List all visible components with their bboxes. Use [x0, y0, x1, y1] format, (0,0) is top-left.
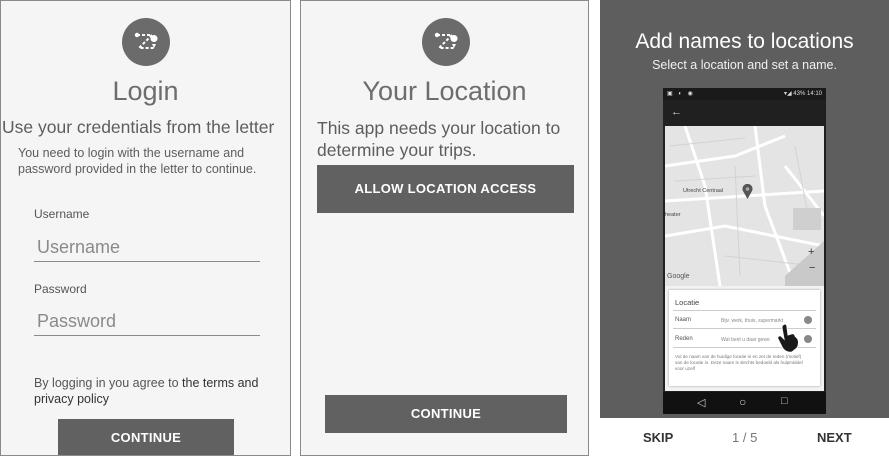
back-arrow-icon: ← [671, 106, 682, 118]
username-input[interactable] [34, 234, 260, 262]
location-permission-screen: Your Location This app needs your locati… [300, 0, 589, 456]
terms-notice: By logging in you agree to the terms and… [34, 375, 264, 407]
nav-back-icon: ◁ [697, 397, 706, 409]
map-view: Utrecht Centraal heater + − Google [665, 126, 824, 287]
reason-input[interactable]: Wat bent u daar gewe [721, 337, 770, 343]
page-subtitle: Use your credentials from the letter [2, 117, 275, 137]
map-pin-icon[interactable] [742, 183, 753, 199]
phone-app-bar: ← [663, 100, 826, 126]
location-continue-button[interactable]: CONTINUE [325, 395, 567, 433]
card-help-text: Vul de naam van de huidige locatie in en… [675, 354, 803, 371]
page-title: Login [112, 76, 179, 106]
map-streets [665, 126, 824, 287]
location-card: Locatie Naam Bijv. werk, thuis, supermar… [669, 290, 820, 386]
tutorial-bottom-bar: SKIP 1 / 5 NEXT [600, 418, 889, 456]
edit-reason-icon[interactable] [804, 335, 812, 343]
tutorial-title: Add names to locations [635, 30, 854, 53]
location-description: This app needs your location to determin… [317, 118, 561, 160]
login-instructions: You need to login with the username and … [18, 146, 257, 176]
phone-mockup: ▣ ◐ ◉ ▾◢ 43% 14:10 ← Utrecht Centraal he… [663, 88, 826, 414]
password-input[interactable] [34, 308, 260, 336]
tutorial-screen: Add names to locations Select a location… [600, 0, 889, 456]
phone-status-bar: ▣ ◐ ◉ ▾◢ 43% 14:10 [663, 88, 826, 100]
login-continue-button[interactable]: CONTINUE [58, 419, 234, 455]
map-label-theater: heater [665, 212, 681, 218]
phone-screen: Utrecht Centraal heater + − Google Locat… [665, 126, 824, 391]
allow-location-button[interactable]: ALLOW LOCATION ACCESS [317, 165, 574, 213]
zoom-in-button[interactable]: + [808, 246, 814, 258]
skip-button[interactable]: SKIP [643, 430, 673, 445]
next-button[interactable]: NEXT [817, 430, 852, 445]
phone-nav-bar: ◁ ○ □ [663, 392, 826, 414]
terms-prefix: By logging in you agree to [34, 376, 183, 390]
page-title: Your Location [362, 76, 527, 106]
nav-home-icon: ○ [739, 395, 747, 409]
login-screen: Login Use your credentials from the lett… [0, 0, 291, 456]
status-time: 14:10 [806, 91, 822, 97]
username-label: Username [34, 207, 90, 221]
app-logo-icon [122, 18, 170, 66]
battery-level: 43% [793, 91, 806, 97]
card-header: Locatie [675, 298, 700, 307]
status-icons: ▣ ◐ ◉ [667, 91, 695, 97]
google-logo: Google [667, 273, 690, 280]
name-input[interactable]: Bijv. werk, thuis, supermarkt [721, 318, 783, 324]
signal-icon: ▾◢ [783, 91, 792, 97]
tutorial-subtitle: Select a location and set a name. [652, 58, 837, 72]
page-indicator: 1 / 5 [732, 430, 758, 445]
map-label-station: Utrecht Centraal [683, 188, 724, 194]
zoom-out-button[interactable]: − [809, 262, 815, 274]
password-label: Password [34, 282, 87, 296]
edit-name-icon[interactable] [804, 316, 812, 324]
reason-label: Reden [675, 336, 693, 342]
app-logo-icon [422, 18, 470, 66]
name-label: Naam [675, 317, 692, 323]
nav-recent-icon: □ [781, 395, 788, 407]
hand-pointer-icon [777, 323, 801, 353]
